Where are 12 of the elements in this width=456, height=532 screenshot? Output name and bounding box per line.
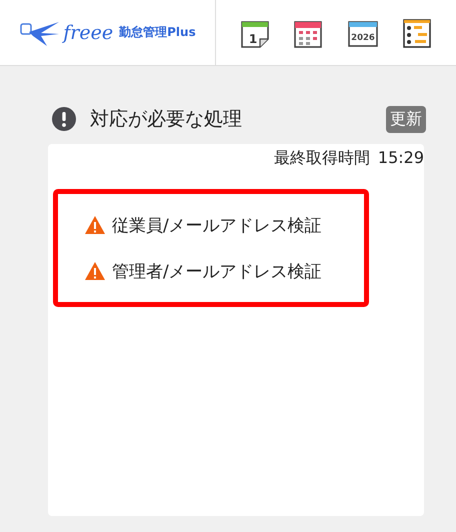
panel-title: 対応が必要な処理 xyxy=(90,107,243,132)
last-fetched-label: 最終取得時間 xyxy=(274,148,370,169)
warning-icon xyxy=(84,261,106,281)
warning-icon xyxy=(84,215,106,235)
refresh-button[interactable]: 更新 xyxy=(386,106,426,132)
brand-logo: freee xyxy=(63,22,114,44)
alert-icon xyxy=(52,107,76,131)
task-link[interactable]: 従業員/メールアドレス検証 xyxy=(112,214,322,236)
last-fetched-time: 15:29 xyxy=(378,148,424,169)
task-link[interactable]: 管理者/メールアドレス検証 xyxy=(112,260,322,282)
product-name: 勤怠管理Plus xyxy=(119,24,196,41)
schedule-chart-icon[interactable] xyxy=(401,16,434,48)
